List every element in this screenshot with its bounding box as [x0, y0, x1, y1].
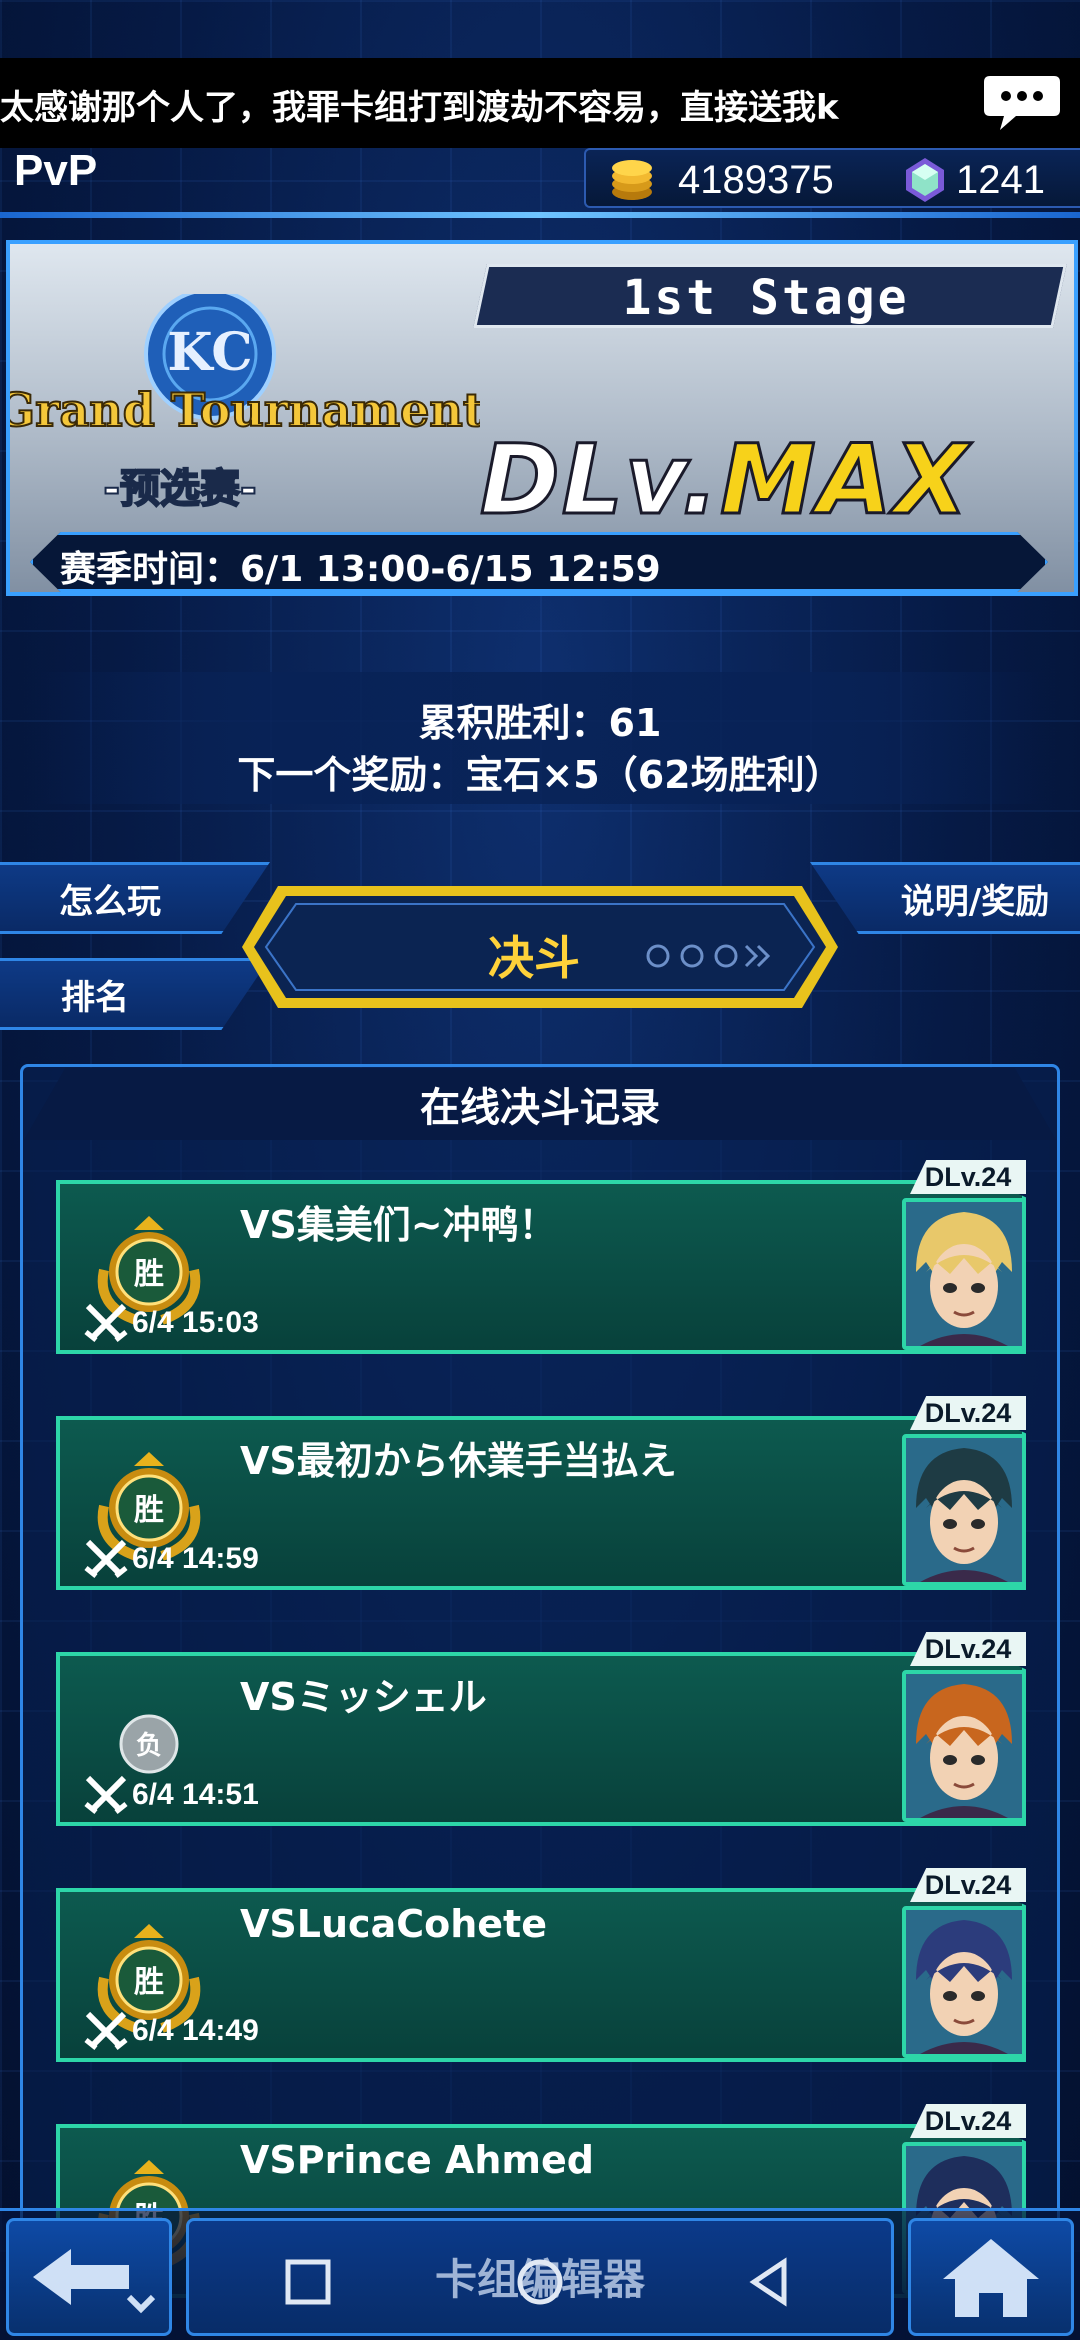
blonde-duelist-portrait-icon — [906, 1202, 1022, 1346]
crossed-swords-icon — [84, 1303, 128, 1342]
opponent-name: VSミッシェル — [240, 1675, 487, 1719]
duel-time: 6/4 14:51 — [132, 1778, 259, 1811]
record-item[interactable]: DLv.24 胜 VS最初から休業手当払え 6/4 14:59 — [56, 1396, 1026, 1590]
opponent-name: VS最初から休業手当払え — [240, 1439, 677, 1483]
ticker-message: 太感谢那个人了，我罪卡组打到渡劫不容易，直接送我k — [0, 88, 839, 128]
logo-kc-text: KC — [167, 322, 252, 383]
gem-amount: 1241 — [956, 158, 1045, 202]
opponent-dlv-tag: DLv.24 — [910, 2104, 1026, 2138]
blue-haired-duelist-portrait-icon — [906, 1910, 1022, 2054]
crossed-swords-icon — [84, 1539, 128, 1578]
logo-sub-text: -预选赛- — [103, 466, 256, 512]
opponent-avatar[interactable] — [902, 1434, 1026, 1586]
opponent-avatar[interactable] — [902, 1198, 1026, 1350]
crossed-swords-icon — [84, 2011, 128, 2050]
home-button[interactable] — [908, 2218, 1074, 2336]
result-text: 胜 — [134, 1257, 164, 1292]
info-rewards-label: 说明/奖励 — [900, 881, 1050, 922]
back-arrow-icon — [33, 2249, 156, 2314]
opponent-dlv-tag: DLv.24 — [910, 1868, 1026, 1902]
currency-bar: 4189375 1241 — [584, 148, 1080, 208]
gem-icon — [906, 158, 944, 202]
total-wins: 累积胜利：61 — [418, 701, 662, 745]
chat-bubble-icon[interactable] — [982, 72, 1062, 134]
duel-time: 6/4 14:59 — [132, 1542, 259, 1575]
opponent-dlv-tag: DLv.24 — [910, 1160, 1026, 1194]
result-text: 胜 — [134, 1493, 164, 1528]
house-icon — [943, 2239, 1039, 2317]
dlv-rank: DLv.MAX — [478, 423, 970, 538]
opponent-dlv-tag: DLv.24 — [910, 1396, 1026, 1430]
duel-time: 6/4 15:03 — [132, 1306, 259, 1339]
result-text: 胜 — [134, 1965, 164, 2000]
opponent-name: VS集美们~冲鸭！ — [240, 1203, 557, 1247]
dark-haired-duelist-portrait-icon — [906, 1438, 1022, 1582]
opponent-dlv-tag: DLv.24 — [910, 1632, 1026, 1666]
opponent-avatar[interactable] — [902, 1906, 1026, 2058]
records-title: 在线决斗记录 — [24, 1068, 1056, 1140]
home-circle-icon[interactable] — [510, 2252, 570, 2312]
logo-title-text: Grand Tournament — [10, 383, 480, 437]
record-item[interactable]: DLv.24 负 VSミッシェル 6/4 14:51 — [56, 1632, 1026, 1826]
opponent-avatar[interactable] — [902, 1670, 1026, 1822]
opponent-name: VSLucaCohete — [240, 1902, 547, 1946]
record-item[interactable]: DLv.24 胜 VS集美们~冲鸭！ 6/4 15:03 — [56, 1160, 1026, 1354]
orange-haired-duelist-portrait-icon — [906, 1674, 1022, 1818]
ranking-label: 排名 — [61, 977, 129, 1018]
crossed-swords-icon — [84, 1775, 128, 1814]
header-divider — [0, 212, 1080, 218]
gold-coin-icon — [612, 160, 652, 200]
info-rewards-button[interactable]: 说明/奖励 — [810, 862, 1080, 934]
opponent-name: VSPrince Ahmed — [240, 2138, 595, 2182]
recents-square-icon[interactable] — [278, 2252, 338, 2312]
mode-label: PvP — [14, 146, 98, 195]
next-reward: 下一个奖励：宝石×5（62场胜利） — [237, 753, 843, 797]
duel-time: 6/4 14:49 — [132, 2014, 259, 2047]
dlv-prefix: DLv. — [478, 423, 721, 538]
back-button[interactable] — [6, 2218, 172, 2336]
gold-amount: 4189375 — [678, 158, 834, 202]
season-time: 赛季时间：6/1 13:00-6/15 12:59 — [60, 549, 661, 590]
ranking-button[interactable]: 排名 — [0, 958, 270, 1030]
how-to-play-label: 怎么玩 — [59, 881, 161, 922]
stage-label: 1st Stage — [622, 270, 910, 326]
dlv-max: MAX — [719, 423, 970, 538]
chat-ticker[interactable]: 太感谢那个人了，我罪卡组打到渡劫不容易，直接送我k — [0, 58, 1080, 148]
grand-tournament-logo: KC Grand Tournament -预选赛- — [10, 294, 480, 513]
record-item[interactable]: DLv.24 胜 VSLucaCohete 6/4 14:49 — [56, 1868, 1026, 2062]
result-text: 负 — [136, 1731, 162, 1761]
duel-label: 决斗 — [488, 931, 580, 985]
how-to-play-button[interactable]: 怎么玩 — [0, 862, 270, 934]
back-triangle-icon[interactable] — [740, 2252, 800, 2312]
